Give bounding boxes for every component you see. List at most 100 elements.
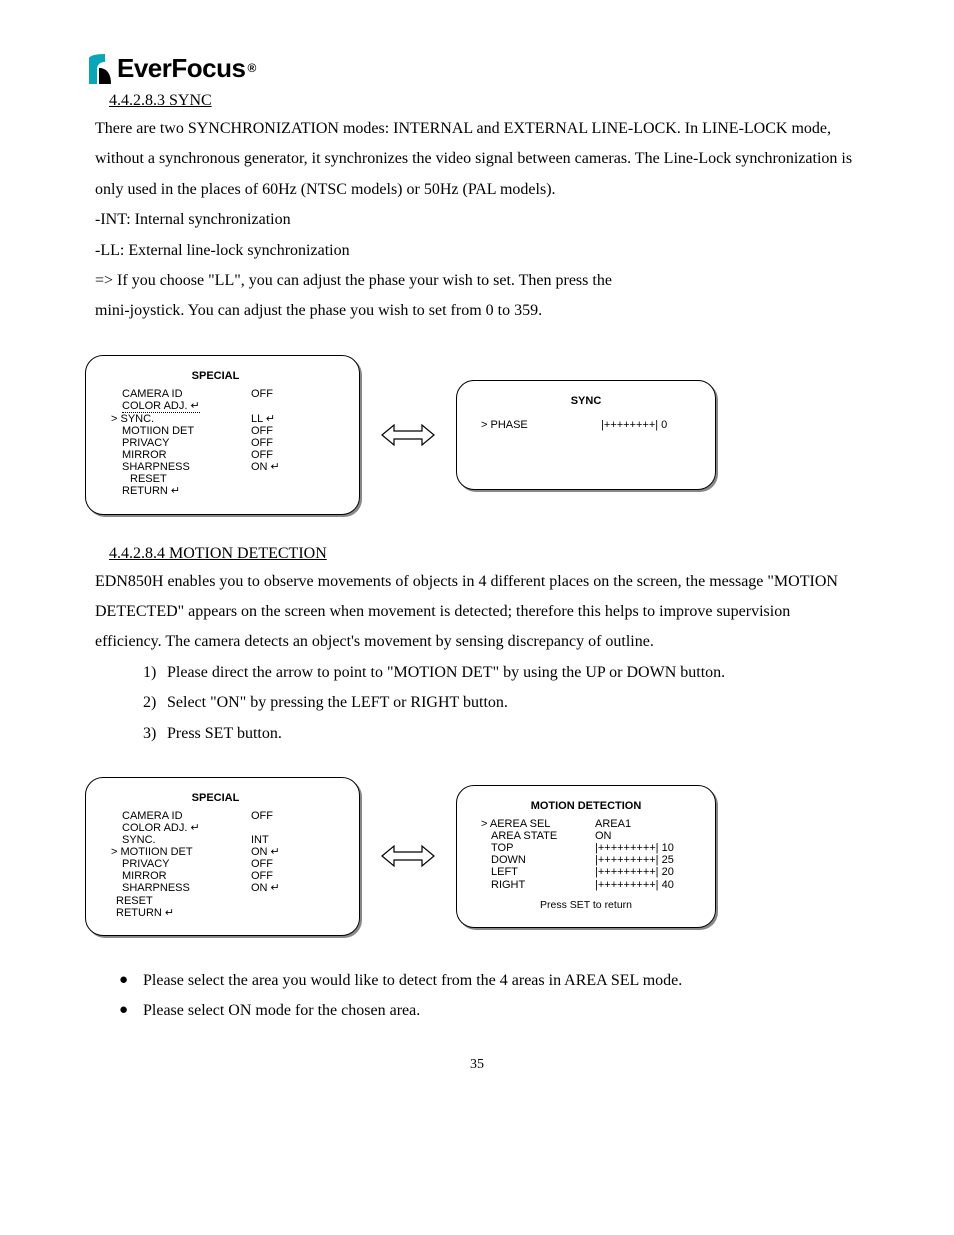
submenu-row-label: DOWN	[477, 854, 595, 866]
ll-line: -LL: External line-lock synchronization	[95, 236, 859, 266]
menu-row-label: CAMERA ID	[102, 388, 251, 400]
menu-row-label: MIRROR	[102, 870, 251, 882]
menu-row-label: PRIVACY	[102, 858, 251, 870]
menu-row: COLOR ADJ. ↵	[102, 822, 329, 834]
int-line: -INT: Internal synchronization	[95, 205, 859, 235]
menu-row: SHARPNESSON ↵	[102, 882, 329, 894]
diagrams-sync: SPECIAL CAMERA IDOFFCOLOR ADJ. ↵> SYNC.L…	[85, 355, 859, 515]
menu-row-label: PRIVACY	[102, 437, 251, 449]
sync-paragraph: There are two SYNCHRONIZATION modes: INT…	[95, 114, 859, 205]
press-set-footer: Press SET to return	[477, 899, 695, 911]
special-menu-motion: SPECIAL CAMERA IDOFFCOLOR ADJ. ↵SYNC.INT…	[85, 777, 360, 936]
menu-row-label: COLOR ADJ. ↵	[122, 400, 200, 413]
motion-steps: 1)Please direct the arrow to point to "M…	[143, 658, 859, 749]
menu-row: CAMERA IDOFF	[102, 810, 329, 822]
menu-row-value: ON ↵	[251, 846, 329, 858]
menu-row: > SYNC.LL ↵	[102, 413, 329, 425]
submenu-row-value: AREA1	[595, 818, 695, 830]
menu-row-value: OFF	[251, 437, 329, 449]
special-menu-sync: SPECIAL CAMERA IDOFFCOLOR ADJ. ↵> SYNC.L…	[85, 355, 360, 515]
menu-row: CAMERA IDOFF	[102, 388, 329, 400]
submenu-row-value: |+++++++++| 20	[595, 866, 695, 878]
menu-row-value	[251, 473, 329, 485]
menu-row: MIRROROFF	[102, 870, 329, 882]
logo-icon	[85, 50, 113, 86]
menu-row: COLOR ADJ. ↵	[102, 400, 329, 413]
section-heading-motion: 4.4.2.8.4 MOTION DETECTION	[109, 545, 859, 563]
menu-row-label: > MOTIION DET	[102, 846, 251, 858]
menu-row-value	[251, 895, 329, 907]
menu-row-value: OFF	[251, 449, 329, 461]
motion-detection-submenu: MOTION DETECTION > AEREA SELAREA1AREA ST…	[456, 785, 716, 928]
menu-row-value: LL ↵	[251, 413, 329, 425]
submenu-row-label: AREA STATE	[477, 830, 595, 842]
submenu-row-label: LEFT	[477, 866, 595, 878]
submenu-row: RIGHT|+++++++++| 40	[477, 879, 695, 891]
motion-paragraph: EDN850H enables you to observe movements…	[95, 567, 859, 658]
section-heading-sync: 4.4.2.8.3 SYNC	[109, 92, 859, 110]
ifll-line2: mini-joystick. You can adjust the phase …	[95, 296, 859, 326]
sync-body: There are two SYNCHRONIZATION modes: INT…	[95, 114, 859, 327]
motion-submenu-title: MOTION DETECTION	[477, 800, 695, 812]
menu-title: SPECIAL	[102, 370, 329, 382]
menu-row-label: RETURN ↵	[102, 907, 251, 919]
menu-row: SHARPNESSON ↵	[102, 461, 329, 473]
menu2-title: SPECIAL	[102, 792, 329, 804]
registered-mark: ®	[247, 61, 256, 75]
ifll-line1: => If you choose "LL", you can adjust th…	[95, 266, 859, 296]
menu-row-label: SHARPNESS	[102, 461, 251, 473]
submenu-row-value: |+++++++++| 10	[595, 842, 695, 854]
menu-row: RETURN ↵	[102, 485, 329, 497]
menu-row-label: MOTIION DET	[102, 425, 251, 437]
phase-label: > PHASE	[477, 419, 601, 431]
menu-row-label: RESET	[102, 473, 251, 485]
step-2: Select "ON" by pressing the LEFT or RIGH…	[167, 688, 859, 718]
menu-row-label: COLOR ADJ. ↵	[102, 822, 251, 834]
submenu-row: TOP|+++++++++| 10	[477, 842, 695, 854]
menu-row-value: INT	[251, 834, 329, 846]
menu-row: RESET	[102, 473, 329, 485]
menu-row-value: ON ↵	[251, 461, 329, 473]
submenu-row-label: RIGHT	[477, 879, 595, 891]
bullet-1: Please select the area you would like to…	[143, 966, 859, 996]
menu-row-label: > SYNC.	[102, 413, 251, 425]
step-3: Press SET button.	[167, 719, 859, 749]
menu-row-label: SYNC.	[102, 834, 251, 846]
menu-row-value: OFF	[251, 870, 329, 882]
sync-submenu: SYNC > PHASE |++++++++| 0	[456, 380, 716, 490]
menu-row-value: ON ↵	[251, 882, 329, 894]
motion-body: EDN850H enables you to observe movements…	[95, 567, 859, 658]
menu-row-value	[251, 907, 329, 919]
menu-row-value	[251, 485, 329, 497]
page-number: 35	[95, 1057, 859, 1073]
brand-logo: EverFocus ®	[85, 50, 859, 86]
submenu-row-value: |+++++++++| 40	[595, 879, 695, 891]
step-1: Please direct the arrow to point to "MOT…	[167, 658, 859, 688]
menu-row: PRIVACYOFF	[102, 858, 329, 870]
menu-row-value: OFF	[251, 425, 329, 437]
submenu-row: LEFT|+++++++++| 20	[477, 866, 695, 878]
diagrams-motion: SPECIAL CAMERA IDOFFCOLOR ADJ. ↵SYNC.INT…	[85, 777, 859, 936]
bullet-icon: ●	[119, 966, 143, 996]
menu-row-label: CAMERA ID	[102, 810, 251, 822]
submenu-row-value: |+++++++++| 25	[595, 854, 695, 866]
menu-row: > MOTIION DETON ↵	[102, 846, 329, 858]
menu-row-value	[251, 400, 329, 413]
submenu-row-label: > AEREA SEL	[477, 818, 595, 830]
bullet-icon: ●	[119, 996, 143, 1026]
menu-row-label: RETURN ↵	[102, 485, 251, 497]
menu-row: PRIVACYOFF	[102, 437, 329, 449]
motion-bullets: ●Please select the area you would like t…	[119, 966, 859, 1027]
bidirectional-arrow-icon	[380, 420, 436, 450]
submenu-row: > AEREA SELAREA1	[477, 818, 695, 830]
submenu-row: DOWN|+++++++++| 25	[477, 854, 695, 866]
menu-row-value: OFF	[251, 388, 329, 400]
submenu-row-value: ON	[595, 830, 695, 842]
phase-value: |++++++++| 0	[601, 419, 695, 431]
menu-row-value: OFF	[251, 858, 329, 870]
bullet-2: Please select ON mode for the chosen are…	[143, 996, 859, 1026]
menu-row: RETURN ↵	[102, 907, 329, 919]
menu-row-value: OFF	[251, 810, 329, 822]
submenu-row-label: TOP	[477, 842, 595, 854]
bidirectional-arrow-icon	[380, 841, 436, 871]
